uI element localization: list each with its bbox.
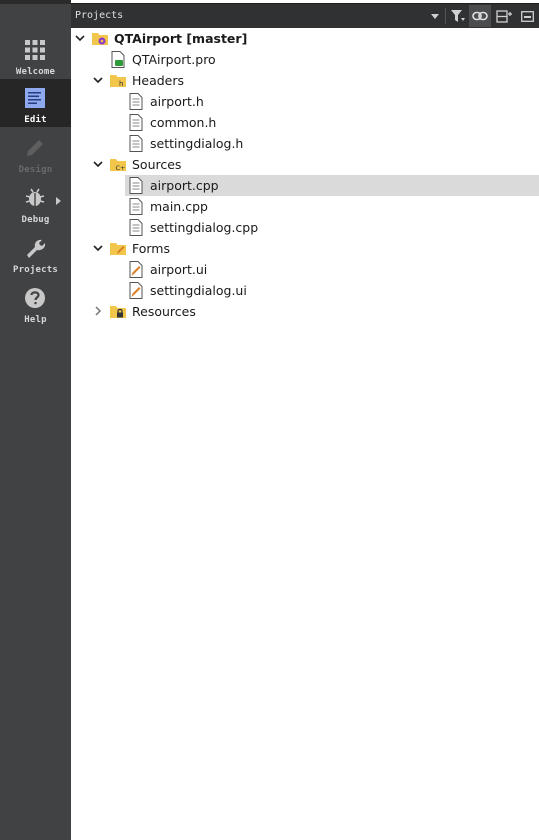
source-file-icon — [129, 177, 143, 194]
header-file-icon — [129, 93, 143, 110]
chevron-down-icon[interactable] — [92, 158, 104, 170]
filter-icon — [451, 9, 465, 22]
pane-title: Projects — [75, 10, 124, 21]
tree-project-root[interactable]: QTAirport [master] — [71, 28, 539, 49]
mode-help-label: Help — [24, 315, 47, 325]
svg-text:C+: C+ — [116, 164, 126, 172]
chevron-down-icon[interactable] — [92, 242, 104, 254]
svg-text:h: h — [119, 80, 123, 88]
filter-button[interactable] — [447, 5, 469, 27]
source-file-icon — [129, 219, 143, 236]
chevron-down-icon[interactable] — [74, 32, 86, 44]
mode-help[interactable]: Help — [0, 279, 71, 327]
file-name: settingdialog.h — [150, 136, 244, 151]
close-pane-button[interactable] — [516, 5, 538, 27]
file-name: airport.ui — [150, 262, 208, 277]
split-icon — [496, 9, 512, 23]
toolbar-separator — [445, 8, 446, 24]
wrench-icon — [27, 239, 46, 258]
pro-file-icon — [111, 51, 125, 68]
mode-debug[interactable]: Debug — [0, 179, 71, 227]
tree-folder-sources[interactable]: C+ Sources — [71, 154, 539, 175]
link-icon — [472, 11, 488, 21]
sync-with-editor-button[interactable] — [469, 5, 491, 27]
file-name: settingdialog.ui — [150, 283, 247, 298]
tree-folder-resources[interactable]: Resources — [71, 301, 539, 322]
project-folder-icon — [92, 33, 108, 45]
file-name: main.cpp — [150, 199, 208, 214]
mode-bar: Welcome Edit Design Debug Projects Help — [0, 0, 71, 840]
file-name: common.h — [150, 115, 217, 130]
ui-file-icon — [129, 261, 143, 278]
document-icon — [25, 88, 45, 108]
mode-bar-top-strip — [0, 0, 71, 4]
resources-folder-icon — [110, 306, 126, 318]
mode-debug-label: Debug — [21, 215, 50, 225]
chevron-right-icon[interactable] — [92, 305, 104, 317]
tree-file[interactable]: common.h — [71, 112, 539, 133]
source-file-icon — [129, 198, 143, 215]
tree-file[interactable]: airport.h — [71, 91, 539, 112]
pro-file-name: QTAirport.pro — [132, 52, 216, 67]
view-selector-button[interactable] — [427, 5, 443, 27]
ui-file-icon — [129, 282, 143, 299]
tree-file-selected[interactable]: airport.cpp — [125, 175, 539, 196]
headers-folder-icon: h — [110, 75, 126, 88]
forms-label: Forms — [132, 241, 171, 256]
split-button[interactable] — [493, 5, 515, 27]
file-name: airport.cpp — [150, 178, 219, 193]
mode-welcome[interactable]: Welcome — [0, 31, 71, 79]
tree-file[interactable]: settingdialog.h — [71, 133, 539, 154]
pencil-icon — [27, 140, 43, 156]
mode-design: Design — [0, 129, 71, 177]
chevron-down-icon[interactable] — [92, 74, 104, 86]
tree-file[interactable]: settingdialog.cpp — [71, 217, 539, 238]
help-icon — [25, 288, 45, 308]
file-name: settingdialog.cpp — [150, 220, 259, 235]
tree-file[interactable]: main.cpp — [71, 196, 539, 217]
mode-edit[interactable]: Edit — [0, 79, 71, 127]
close-pane-icon — [520, 10, 534, 22]
mode-edit-label: Edit — [24, 115, 47, 125]
header-file-icon — [129, 114, 143, 131]
tree-pro-file[interactable]: QTAirport.pro — [71, 49, 539, 70]
sources-label: Sources — [132, 157, 182, 172]
project-tree: QTAirport [master] QTAirport.pro h Heade… — [71, 28, 539, 840]
forms-folder-icon — [110, 243, 126, 255]
project-name: QTAirport [master] — [114, 31, 248, 46]
tree-file[interactable]: airport.ui — [71, 259, 539, 280]
mode-projects[interactable]: Projects — [0, 229, 71, 277]
sources-folder-icon: C+ — [110, 159, 126, 172]
tree-file[interactable]: settingdialog.ui — [71, 280, 539, 301]
grid-icon — [25, 40, 45, 60]
tree-folder-forms[interactable]: Forms — [71, 238, 539, 259]
mode-design-label: Design — [18, 165, 53, 175]
mode-welcome-label: Welcome — [15, 67, 56, 77]
mode-projects-label: Projects — [13, 265, 58, 275]
projects-toolbar: Projects — [71, 3, 539, 28]
headers-label: Headers — [132, 73, 185, 88]
bug-icon — [25, 188, 45, 206]
tree-folder-headers[interactable]: h Headers — [71, 70, 539, 91]
file-name: airport.h — [150, 94, 204, 109]
debug-menu-arrow-icon — [56, 197, 61, 205]
resources-label: Resources — [132, 304, 196, 319]
header-file-icon — [129, 135, 143, 152]
chevron-down-icon — [431, 13, 439, 19]
